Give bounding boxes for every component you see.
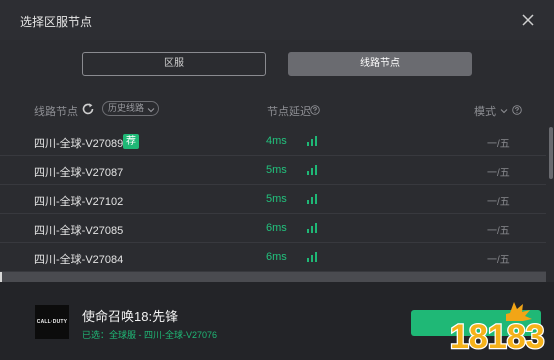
node-mode: 一/五: [487, 255, 510, 266]
history-dropdown[interactable]: 历史线路: [102, 101, 160, 116]
node-mode: 一/五: [487, 139, 510, 150]
chevron-down-icon[interactable]: [500, 106, 508, 114]
help-icon[interactable]: [310, 105, 320, 115]
column-latency: 节点延迟: [267, 106, 311, 118]
signal-icon: [306, 192, 318, 204]
column-node: 线路节点: [34, 106, 78, 118]
selected-node-text: 已选：全球服 - 四川-全球-V27076: [82, 330, 218, 340]
column-mode: 模式: [474, 106, 496, 118]
title-bar: 选择区服节点: [0, 0, 554, 40]
signal-icon: [306, 250, 318, 262]
signal-icon: [306, 163, 318, 175]
chevron-down-icon: [147, 105, 155, 113]
tab-node[interactable]: 线路节点: [288, 52, 472, 76]
node-row[interactable]: 四川-全球-V27089 荐 4ms 一/五: [0, 127, 546, 156]
node-latency: 5ms: [266, 193, 287, 205]
node-mode: 一/五: [487, 197, 510, 208]
node-latency: 6ms: [266, 222, 287, 234]
node-latency: 4ms: [266, 135, 287, 147]
watermark-text: 18183: [450, 318, 545, 356]
node-row[interactable]: 四川-全球-V27087 5ms 一/五: [0, 156, 546, 185]
node-row[interactable]: 四川-全球-V27085 6ms 一/五: [0, 214, 546, 243]
watermark-logo: 18183: [444, 296, 554, 360]
scrollbar-thumb[interactable]: [549, 127, 553, 179]
selection-indicator: [0, 272, 2, 282]
close-icon[interactable]: [518, 10, 538, 30]
node-name: 四川-全球-V27085: [34, 225, 124, 237]
signal-icon: [306, 134, 318, 146]
refresh-icon[interactable]: [81, 102, 95, 116]
node-name: 四川-全球-V27102: [34, 196, 124, 208]
recommend-badge: 荐: [123, 134, 139, 149]
game-title: 使命召唤18:先锋: [82, 309, 179, 324]
column-header: 线路节点 历史线路 节点延迟 模式: [0, 100, 554, 120]
help-icon[interactable]: [512, 105, 522, 115]
signal-icon: [306, 221, 318, 233]
game-logo: CALL·DUTY: [35, 305, 69, 339]
game-logo-text: CALL·DUTY: [36, 319, 68, 325]
node-row[interactable]: 四川-全球-V27084 6ms 一/五: [0, 243, 546, 272]
window-title: 选择区服节点: [20, 15, 93, 29]
node-mode: 一/五: [487, 168, 510, 179]
node-latency: 5ms: [266, 164, 287, 176]
node-name: 四川-全球-V27087: [34, 167, 124, 179]
tab-zone[interactable]: 区服: [82, 52, 266, 76]
node-name: 四川-全球-V27084: [34, 254, 124, 266]
node-name: 四川-全球-V27089: [34, 138, 124, 150]
node-mode: 一/五: [487, 226, 510, 237]
tab-bar: 区服 线路节点: [0, 52, 554, 82]
node-row-selected[interactable]: [0, 272, 546, 282]
node-latency: 6ms: [266, 251, 287, 263]
history-label: 历史线路: [108, 103, 145, 113]
node-row[interactable]: 四川-全球-V27102 5ms 一/五: [0, 185, 546, 214]
